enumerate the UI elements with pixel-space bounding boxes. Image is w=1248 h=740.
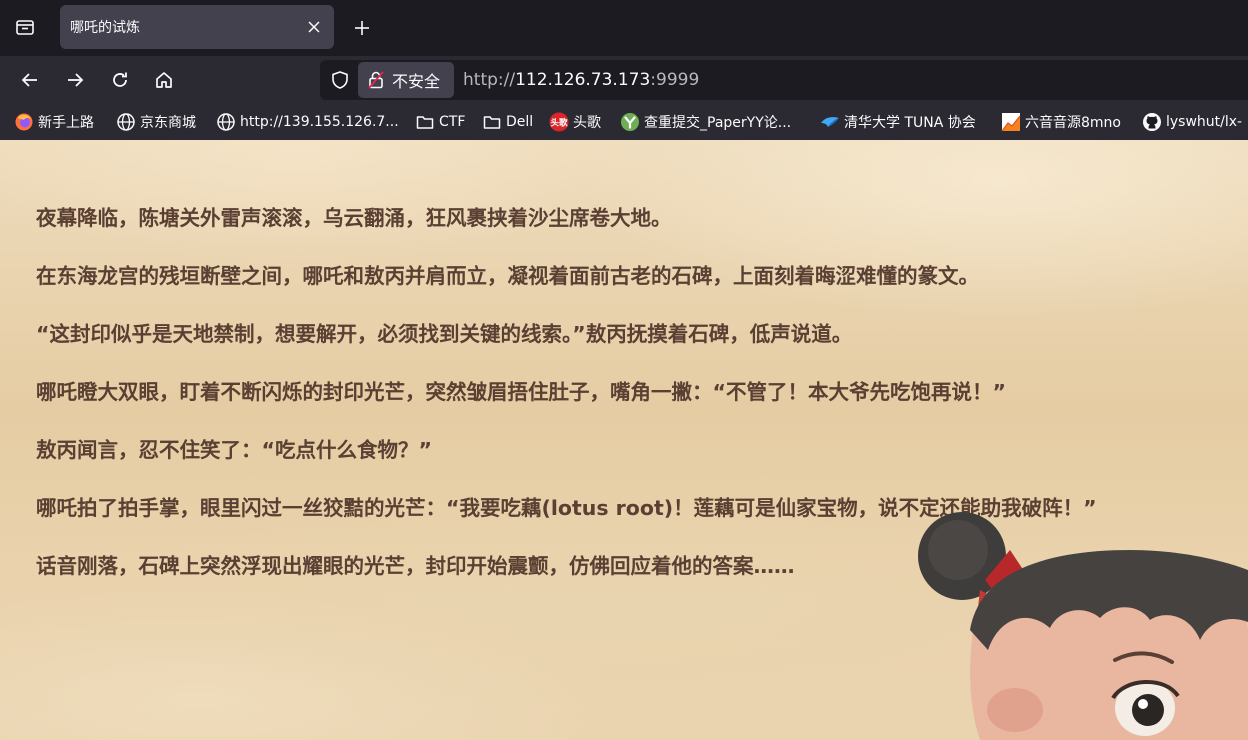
insecure-lock-icon [368, 71, 384, 89]
story-paragraph: “这封印似乎是天地禁制，想要解开，必须找到关键的线索。”敖丙抚摸着石碑，低声说道… [36, 322, 853, 346]
story-paragraph: 夜幕降临，陈塘关外雷声滚滚，乌云翻涌，狂风裹挟着沙尘席卷大地。 [36, 206, 672, 230]
bookmarks-toolbar: 新手上路 京东商城 http://139.155.126.7... CTF De… [0, 104, 1248, 140]
bookmark-label: 新手上路 [38, 115, 94, 131]
globe-icon [216, 112, 236, 132]
tab-strip: 哪吒的试炼 [0, 0, 1248, 56]
forward-button[interactable] [59, 64, 91, 96]
tab-list-icon [16, 20, 34, 35]
bookmark-jd[interactable]: 京东商城 [116, 110, 196, 134]
story-paragraph: 在东海龙宫的残垣断壁之间，哪吒和敖丙并肩而立，凝视着面前古老的石碑，上面刻着晦涩… [36, 264, 979, 288]
folder-icon [482, 112, 502, 132]
story-paragraph: 哪吒瞪大双眼，盯着不断闪烁的封印光芒，突然皱眉捂住肚子，嘴角一撇：“不管了！本大… [36, 380, 1006, 404]
bookmark-label: 京东商城 [140, 115, 196, 131]
story-paragraph: 敖丙闻言，忍不住笑了：“吃点什么食物？” [36, 438, 432, 462]
url-scheme: http:// [463, 70, 516, 90]
folder-icon [415, 112, 435, 132]
tab-active[interactable]: 哪吒的试炼 [60, 5, 334, 49]
url-host: 112.126.73.173 [515, 70, 651, 90]
back-button[interactable] [14, 64, 46, 96]
bookmark-folder-ctf[interactable]: CTF [415, 110, 465, 134]
bookmark-liuyin[interactable]: 六音音源8mno [1001, 110, 1121, 134]
not-secure-label: 不安全 [392, 72, 441, 91]
toutiao-icon: 头歌 [549, 112, 569, 132]
bookmark-label: 查重提交_PaperYY论... [644, 115, 792, 131]
bookmark-getting-started[interactable]: 新手上路 [14, 110, 94, 134]
github-icon [1142, 112, 1162, 132]
paperyy-icon [620, 112, 640, 132]
arrow-right-icon [68, 73, 84, 87]
bookmark-label: 六音音源8mno [1025, 115, 1121, 131]
close-icon [308, 21, 320, 33]
nezha-character-image [918, 512, 1248, 740]
navigation-toolbar: 不安全 http://112.126.73.173:9999 [0, 56, 1248, 104]
home-button[interactable] [148, 64, 180, 96]
home-icon [156, 72, 172, 88]
plus-icon [355, 21, 369, 35]
globe-icon [116, 112, 136, 132]
tuna-icon [820, 112, 840, 132]
tab-title: 哪吒的试炼 [70, 20, 140, 36]
bookmark-ip-link[interactable]: http://139.155.126.7... [216, 110, 399, 134]
reload-icon [113, 72, 127, 87]
tab-close-button[interactable] [300, 13, 328, 41]
bookmark-lyswhut[interactable]: lyswhut/lx- [1142, 110, 1242, 134]
shield-icon [332, 71, 348, 89]
bookmark-label: lyswhut/lx- [1166, 114, 1243, 130]
tracking-protection-button[interactable] [328, 68, 352, 92]
bookmark-label: 头歌 [573, 115, 601, 131]
bookmark-label: CTF [439, 114, 466, 130]
new-tab-button[interactable] [346, 12, 378, 44]
bookmark-label: http://139.155.126.7... [240, 114, 399, 130]
url-port: :9999 [650, 70, 700, 90]
bookmark-folder-dell[interactable]: Dell [482, 110, 533, 134]
address-bar[interactable]: 不安全 http://112.126.73.173:9999 [320, 60, 1248, 100]
tab-overview-button[interactable] [8, 10, 42, 44]
toutiao-icon-text: 头歌 [550, 118, 568, 129]
chart-favicon-icon [1001, 112, 1021, 132]
url-text[interactable]: http://112.126.73.173:9999 [463, 70, 699, 90]
arrow-left-icon [21, 73, 37, 87]
page-content: 夜幕降临，陈塘关外雷声滚滚，乌云翻涌，狂风裹挟着沙尘席卷大地。 在东海龙宫的残垣… [0, 140, 1248, 740]
bookmark-label: 清华大学 TUNA 协会 [844, 115, 976, 131]
bookmark-paperyy[interactable]: 查重提交_PaperYY论... [620, 110, 791, 134]
bookmark-label: Dell [506, 114, 534, 130]
bookmark-touge[interactable]: 头歌 头歌 [549, 110, 601, 134]
firefox-icon [14, 112, 34, 132]
bookmark-tuna[interactable]: 清华大学 TUNA 协会 [820, 110, 976, 134]
site-identity-button[interactable]: 不安全 [358, 62, 454, 98]
reload-button[interactable] [104, 64, 136, 96]
